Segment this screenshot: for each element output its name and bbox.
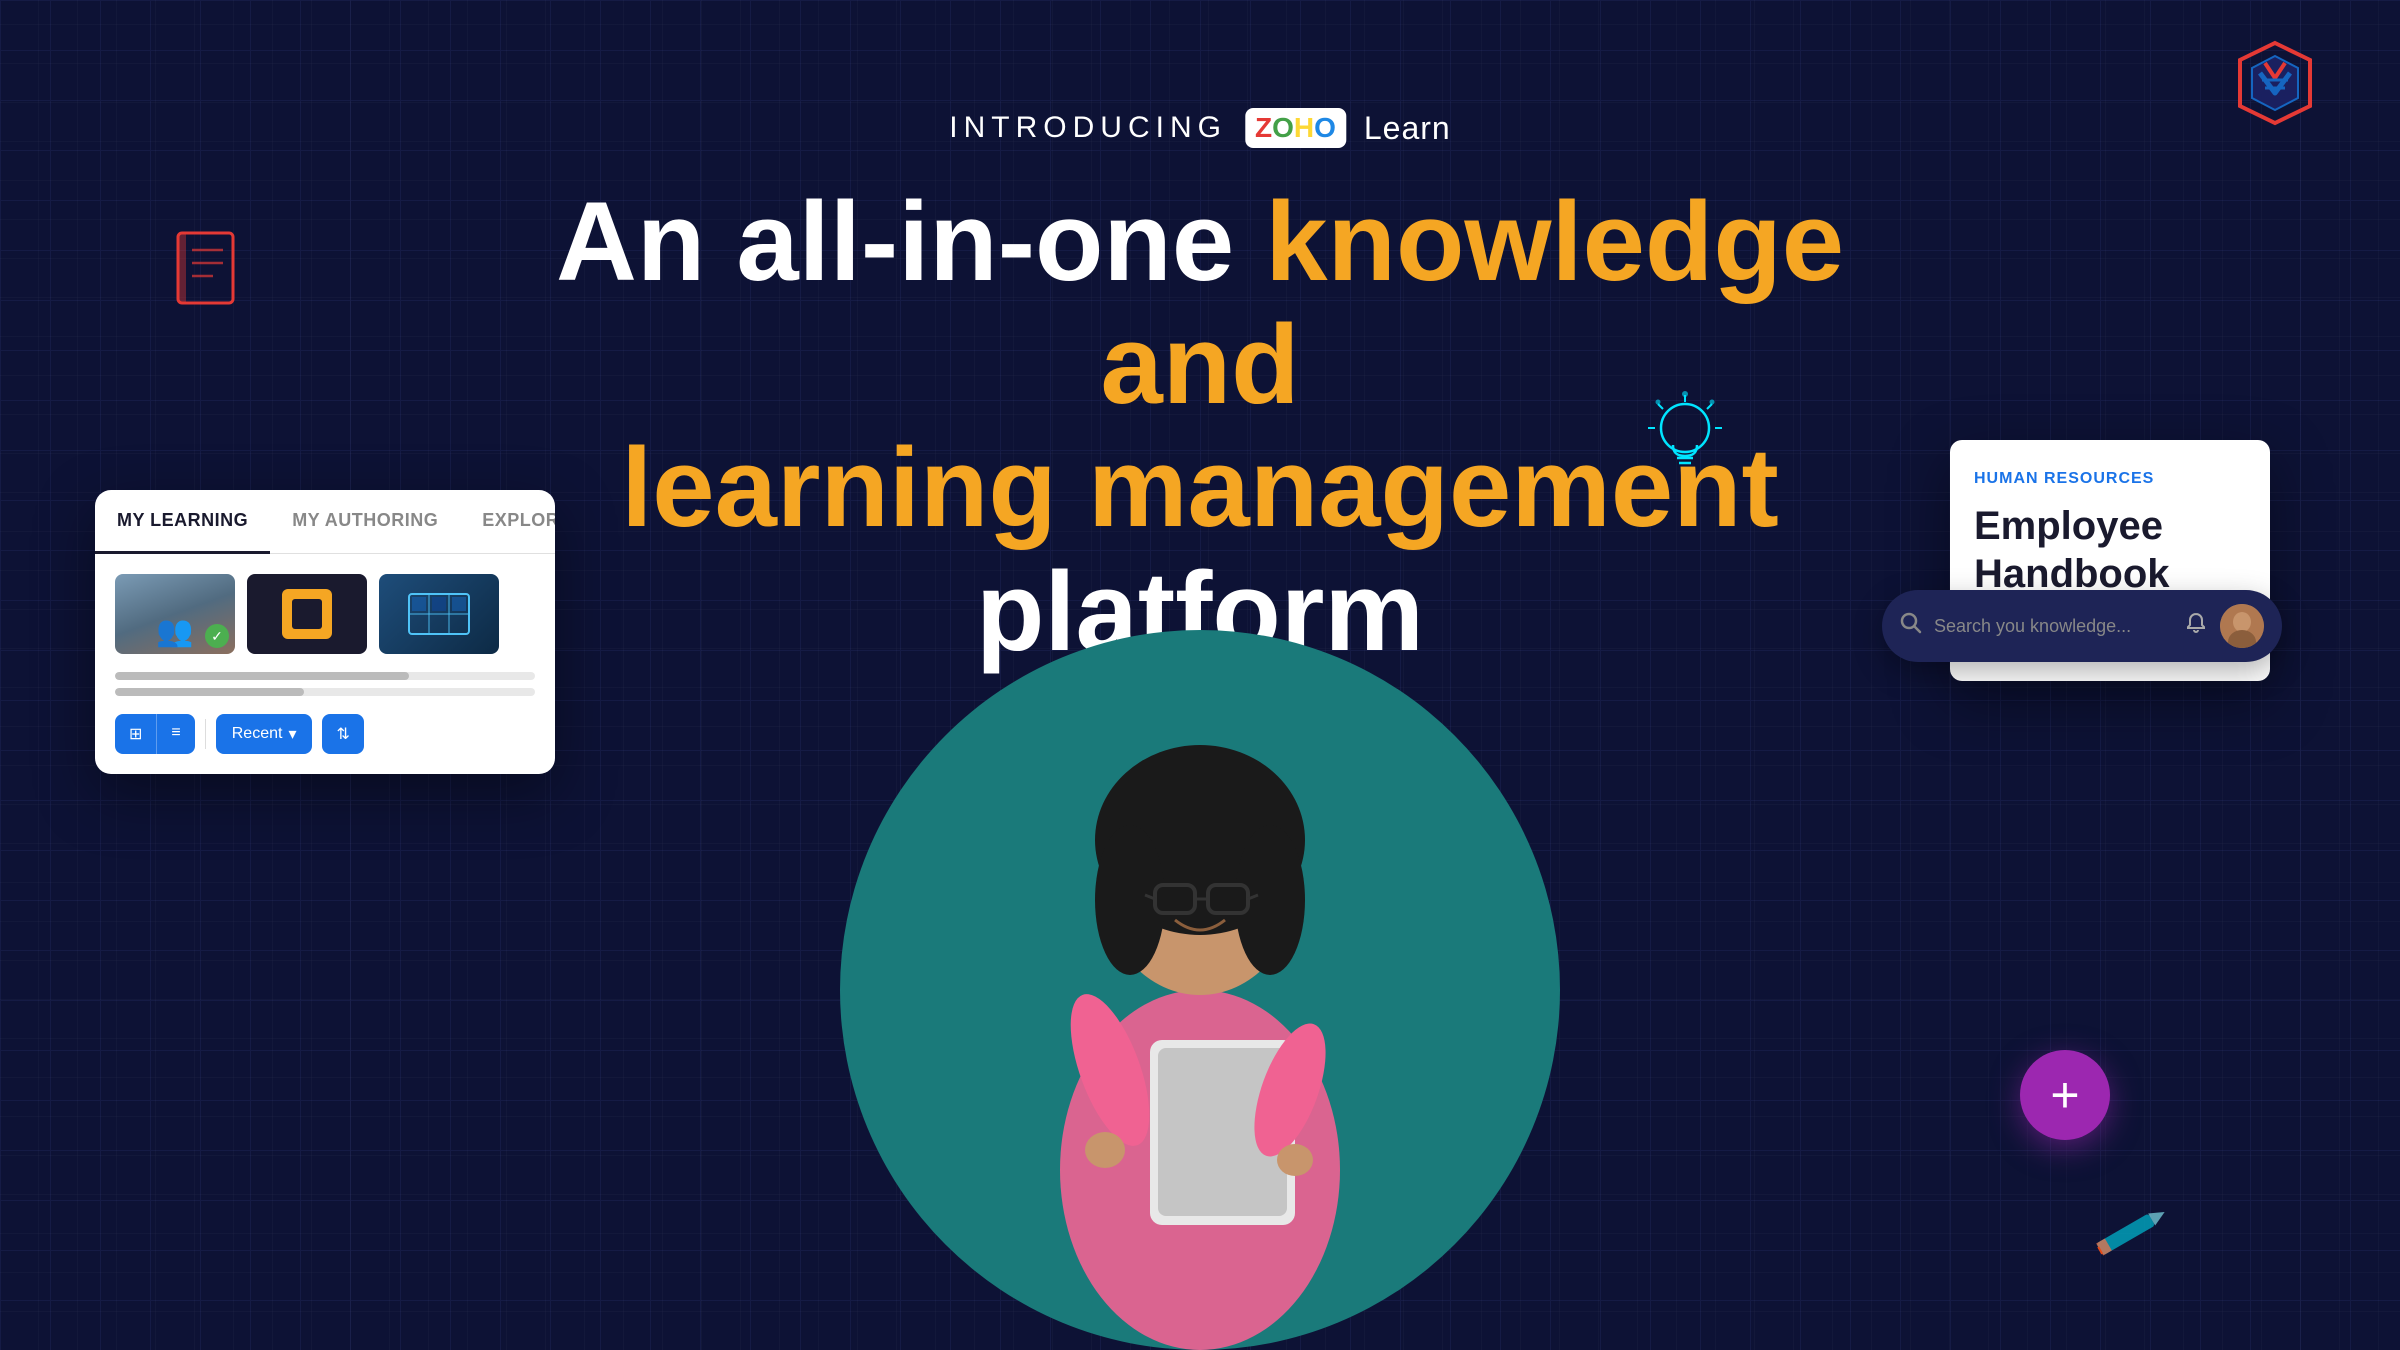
zoho-z: Z [1255,112,1272,144]
view-toggle-group: ⊞ ≡ [115,714,195,754]
zoho-o2: O [1314,112,1336,144]
course-thumb-1[interactable]: ✓ [115,574,235,654]
handbook-title: Employee Handbook [1974,502,2246,598]
pencil-decoration [2090,1207,2170,1262]
zoho-h: H [1294,112,1314,144]
handbook-category: HUMAN RESOURCES [1974,470,2246,488]
grid-view-btn[interactable]: ⊞ [115,714,157,754]
top-logo [2230,38,2320,128]
widget-tabs: MY LEARNING MY AUTHORING EXPLORE [95,490,555,554]
zoho-o1: O [1272,112,1294,144]
zoho-logo: Z O H O [1245,108,1346,148]
progress-fill-2 [115,688,304,696]
progress-bar-2 [115,688,535,696]
course-thumb-3[interactable] [379,574,499,654]
tab-my-authoring[interactable]: MY AUTHORING [270,490,460,553]
progress-fill-1 [115,672,409,680]
intro-line: INTRODUCING Z O H O Learn [949,108,1450,148]
checkmark-badge: ✓ [205,624,229,648]
thumb-solar-img [379,574,499,654]
search-placeholder-text: Search you knowledge... [1934,616,2172,637]
sort-order-btn[interactable]: ⇅ [322,714,363,754]
thumb-chip-img [247,574,367,654]
handbook-title-line1: Employee [1974,504,2163,548]
chip-graphic [282,589,332,639]
learn-label: Learn [1364,110,1451,147]
tab-my-learning[interactable]: MY LEARNING [95,490,270,554]
bell-icon[interactable] [2184,611,2208,641]
notebook-decoration [168,228,248,323]
intro-label: INTRODUCING [949,111,1227,145]
headline-line1: An all-in-one knowledge and [500,180,1900,426]
search-bar[interactable]: Search you knowledge... [1882,590,2282,662]
headline-white-1: An all-in-one [556,179,1234,304]
progress-bar-1 [115,672,535,680]
search-icon [1900,612,1922,640]
controls-divider [205,719,206,749]
widget-content: ✓ [95,554,555,774]
my-learning-widget: MY LEARNING MY AUTHORING EXPLORE ✓ [95,490,555,774]
plus-icon: + [2050,1070,2079,1120]
widget-controls: ⊞ ≡ Recent ▾ ⇅ [115,714,535,754]
chip-inner [292,599,322,629]
person-illustration [950,470,1450,1350]
user-avatar[interactable] [2220,604,2264,648]
chevron-down-icon: ▾ [288,724,296,744]
add-button[interactable]: + [2020,1050,2110,1140]
course-thumb-2[interactable] [247,574,367,654]
tab-explore[interactable]: EXPLORE [460,490,555,553]
sort-dropdown[interactable]: Recent ▾ [216,714,313,754]
course-thumbnails: ✓ [115,574,535,654]
list-view-btn[interactable]: ≡ [157,714,194,754]
progress-bars [115,672,535,696]
sort-label: Recent [232,725,283,743]
